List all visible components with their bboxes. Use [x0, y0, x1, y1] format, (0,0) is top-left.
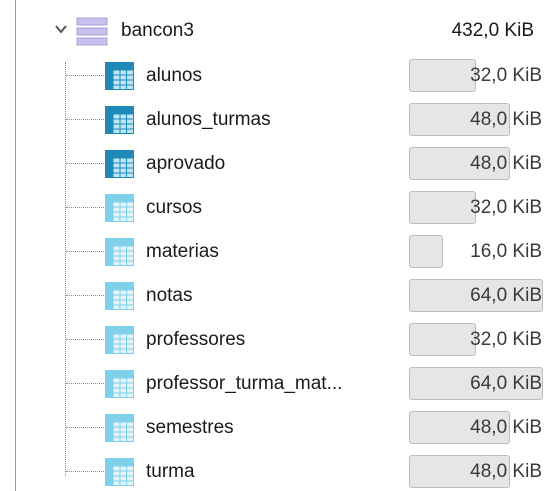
table-icon: [105, 106, 134, 134]
table-size: 48,0 KiB: [470, 417, 542, 438]
table-size-cell: 32,0 KiB: [409, 191, 543, 224]
tree-connector-branch: [66, 339, 106, 340]
chevron-down-icon[interactable]: [54, 22, 68, 36]
tree-connector-branch: [66, 251, 106, 252]
table-row[interactable]: cursos 32,0 KiB: [0, 186, 547, 230]
tree-connector-branch: [66, 163, 106, 164]
table-name: turma: [146, 461, 195, 482]
table-size-cell: 48,0 KiB: [409, 147, 543, 180]
table-size: 48,0 KiB: [470, 109, 542, 130]
database-size: 432,0 KiB: [451, 20, 534, 41]
table-size-cell: 48,0 KiB: [409, 411, 543, 444]
table-size: 48,0 KiB: [470, 461, 542, 482]
table-row[interactable]: alunos 32,0 KiB: [0, 54, 547, 98]
table-row[interactable]: professores 32,0 KiB: [0, 318, 547, 362]
table-size-bar: [409, 235, 443, 268]
table-name: professor_turma_mat...: [146, 373, 343, 394]
table-name: semestres: [146, 417, 234, 438]
table-size: 32,0 KiB: [470, 197, 542, 218]
table-icon: [105, 282, 134, 310]
table-size-bar: [409, 323, 476, 356]
tree-connector-branch: [66, 427, 106, 428]
database-name: bancon3: [121, 20, 194, 41]
table-name: cursos: [146, 197, 202, 218]
table-row[interactable]: aprovado 48,0 KiB: [0, 142, 547, 186]
table-size-cell: 64,0 KiB: [409, 367, 543, 400]
tree-connector-branch: [66, 295, 106, 296]
table-name: materias: [146, 241, 219, 262]
table-row[interactable]: notas 64,0 KiB: [0, 274, 547, 318]
table-size: 64,0 KiB: [470, 373, 542, 394]
table-icon: [105, 194, 134, 222]
table-size-cell: 16,0 KiB: [409, 235, 543, 268]
tree-connector-branch: [66, 383, 106, 384]
table-size: 16,0 KiB: [470, 241, 542, 262]
tree-connector-branch: [66, 207, 106, 208]
table-size: 48,0 KiB: [470, 153, 542, 174]
table-size-bar: [409, 59, 476, 92]
table-size-cell: 48,0 KiB: [409, 455, 543, 488]
table-icon: [105, 370, 134, 398]
table-size: 64,0 KiB: [470, 285, 542, 306]
table-name: professores: [146, 329, 246, 350]
database-tree-panel: bancon3 432,0 KiB alunos 32,0 KiB alunos_t…: [0, 0, 547, 491]
table-name: alunos_turmas: [146, 109, 271, 130]
table-row[interactable]: semestres 48,0 KiB: [0, 406, 547, 450]
table-size-cell: 48,0 KiB: [409, 103, 543, 136]
table-size-bar: [409, 191, 476, 224]
tree-connector-branch: [66, 471, 106, 472]
table-icon: [105, 414, 134, 442]
database-icon: [76, 17, 108, 46]
table-icon: [105, 62, 134, 90]
table-name: notas: [146, 285, 193, 306]
table-name: alunos: [146, 65, 202, 86]
table-icon: [105, 458, 134, 486]
tree-connector-branch: [66, 119, 106, 120]
table-size: 32,0 KiB: [470, 329, 542, 350]
table-icon: [105, 238, 134, 266]
table-name: aprovado: [146, 153, 226, 174]
table-size-cell: 64,0 KiB: [409, 279, 543, 312]
table-icon: [105, 150, 134, 178]
table-row[interactable]: turma 48,0 KiB: [0, 450, 547, 491]
table-size: 32,0 KiB: [470, 65, 542, 86]
database-node[interactable]: bancon3 432,0 KiB: [0, 10, 547, 54]
table-row[interactable]: professor_turma_mat... 64,0 KiB: [0, 362, 547, 406]
tree-connector-branch: [66, 75, 106, 76]
table-size-cell: 32,0 KiB: [409, 323, 543, 356]
table-row[interactable]: alunos_turmas 48,0 KiB: [0, 98, 547, 142]
table-size-cell: 32,0 KiB: [409, 59, 543, 92]
table-row[interactable]: materias 16,0 KiB: [0, 230, 547, 274]
table-icon: [105, 326, 134, 354]
